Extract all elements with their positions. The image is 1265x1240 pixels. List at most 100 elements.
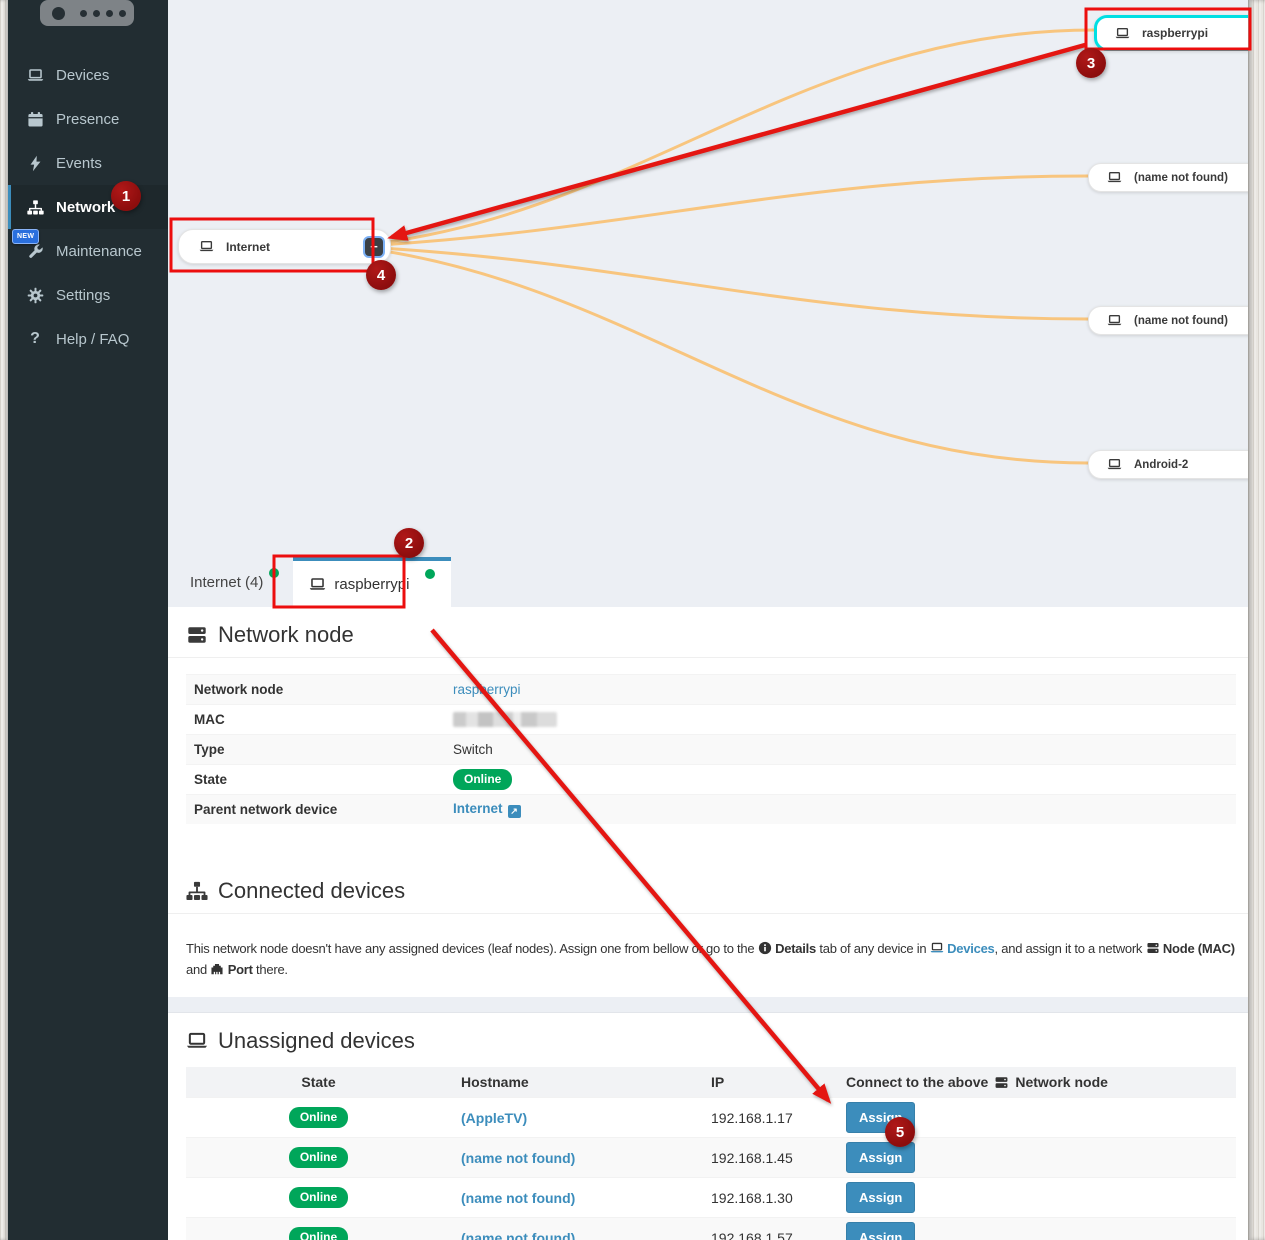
unassigned-devices-table: State Hostname IP Connect to the above N… [186,1067,1236,1240]
laptop-icon [930,941,944,956]
sidebar-item-label: Network [56,199,115,216]
status-badge: Online [289,1107,348,1127]
sidebar-item-label: Help / FAQ [56,331,129,348]
table-row: Online (AppleTV) 192.168.1.17 Assign [186,1097,1236,1137]
sidebar-item-devices[interactable]: Devices [8,53,168,97]
laptop-icon [186,1030,208,1052]
table-row: Online (name not found) 192.168.1.45 Ass… [186,1137,1236,1177]
field-label: State [194,772,453,787]
table-row: Network node raspberrypi [186,674,1236,704]
sidebar: Devices Presence Events Network Maintena… [8,0,168,1240]
laptop-icon [1107,170,1122,185]
field-label: Type [194,742,453,757]
desktop-texture-left [0,0,8,1240]
sidebar-item-help[interactable]: ? Help / FAQ [8,317,168,361]
step-marker-4: 4 [366,260,396,290]
step-marker-1: 1 [111,181,141,211]
divider [168,913,1248,914]
node-name-link[interactable]: raspberrypi [453,682,521,697]
laptop-icon [1107,313,1122,328]
step-marker-2: 2 [394,528,424,558]
unassigned-devices-panel: Unassigned devices State Hostname IP Con… [168,1013,1248,1240]
table-row: Parent network device Internet [186,794,1236,824]
status-badge: Online [289,1227,348,1240]
assign-button[interactable]: Assign [846,1142,915,1173]
node-label: raspberrypi [1142,26,1208,40]
table-header-row: State Hostname IP Connect to the above N… [186,1067,1236,1097]
topology-node-raspberrypi[interactable]: raspberrypi [1094,15,1248,51]
topology-node-unnamed-1[interactable]: (name not found) [1088,163,1248,192]
col-connect: Connect to the above Network node [846,1074,1236,1090]
sitemap-icon [26,199,44,216]
no-assigned-devices-message: This network node doesn't have any assig… [186,938,1236,980]
sidebar-item-label: Presence [56,111,119,128]
server-icon [994,1075,1009,1090]
sidebar-item-network[interactable]: Network [8,185,168,229]
hostname-link[interactable]: (name not found) [461,1150,575,1166]
hostname-link[interactable]: (AppleTV) [461,1110,527,1126]
laptop-icon [26,67,44,84]
online-dot-icon [425,569,435,579]
connected-devices-title: Connected devices [186,824,1236,904]
new-badge: NEW [12,229,39,244]
calendar-icon [26,111,44,128]
sidebar-item-events[interactable]: Events [8,141,168,185]
node-label: (name not found) [1134,315,1228,327]
divider [168,657,1248,658]
server-icon [1146,941,1160,956]
node-label: Internet [226,240,270,254]
sitemap-icon [186,880,208,902]
step-marker-3: 3 [1076,48,1106,78]
col-state: State [186,1074,451,1090]
table-row: MAC [186,704,1236,734]
laptop-icon [309,576,326,593]
desktop-texture-right [1248,0,1265,1240]
devices-link[interactable]: Devices [947,941,994,956]
col-hostname: Hostname [451,1074,711,1090]
sidebar-item-label: Settings [56,287,110,304]
ip-value: 192.168.1.30 [711,1190,846,1206]
sidebar-item-label: Maintenance [56,243,142,260]
server-icon [186,624,208,646]
topology-node-internet[interactable]: Internet − [178,229,391,264]
col-ip: IP [711,1074,846,1090]
hostname-link[interactable]: (name not found) [461,1230,575,1240]
tab-raspberrypi[interactable]: raspberrypi [293,557,451,607]
ethernet-icon [210,962,224,977]
step-marker-5: 5 [885,1117,915,1147]
bolt-icon [26,155,44,172]
wrench-icon [26,243,44,260]
assign-button[interactable]: Assign [846,1222,915,1240]
unassigned-devices-title: Unassigned devices [186,1013,1236,1054]
assign-button[interactable]: Assign [846,1182,915,1213]
external-link-icon [508,805,521,818]
collapse-node-button[interactable]: − [365,238,383,256]
status-badge: Online [453,769,512,789]
app-logo [40,0,134,26]
sidebar-item-label: Devices [56,67,109,84]
topology-node-android-2[interactable]: Android-2 [1088,450,1248,479]
field-label: Parent network device [194,802,453,817]
field-label: MAC [194,712,453,727]
question-icon: ? [26,331,44,348]
gear-icon [26,287,44,304]
network-page: { "sidebar": { "items": [ {"label": "Dev… [0,0,1265,1240]
hostname-link[interactable]: (name not found) [461,1190,575,1206]
sidebar-nav: Devices Presence Events Network Maintena… [8,53,168,361]
sidebar-item-settings[interactable]: Settings [8,273,168,317]
sidebar-item-label: Events [56,155,102,172]
table-row: State Online [186,764,1236,794]
parent-device-link[interactable]: Internet [453,801,521,816]
table-row: Online (name not found) 192.168.1.57 Ass… [186,1217,1236,1240]
laptop-icon [199,239,214,254]
node-label: Android-2 [1134,459,1188,471]
tab-internet[interactable]: Internet (4) [176,557,293,607]
node-tabs: Internet (4) raspberrypi [168,557,451,607]
mac-redacted-value [453,712,557,727]
topology-node-unnamed-2[interactable]: (name not found) [1088,306,1248,335]
table-row: Type Switch [186,734,1236,764]
laptop-icon [1115,26,1130,41]
sidebar-item-presence[interactable]: Presence [8,97,168,141]
field-label: Network node [194,682,453,697]
type-value: Switch [453,742,493,757]
